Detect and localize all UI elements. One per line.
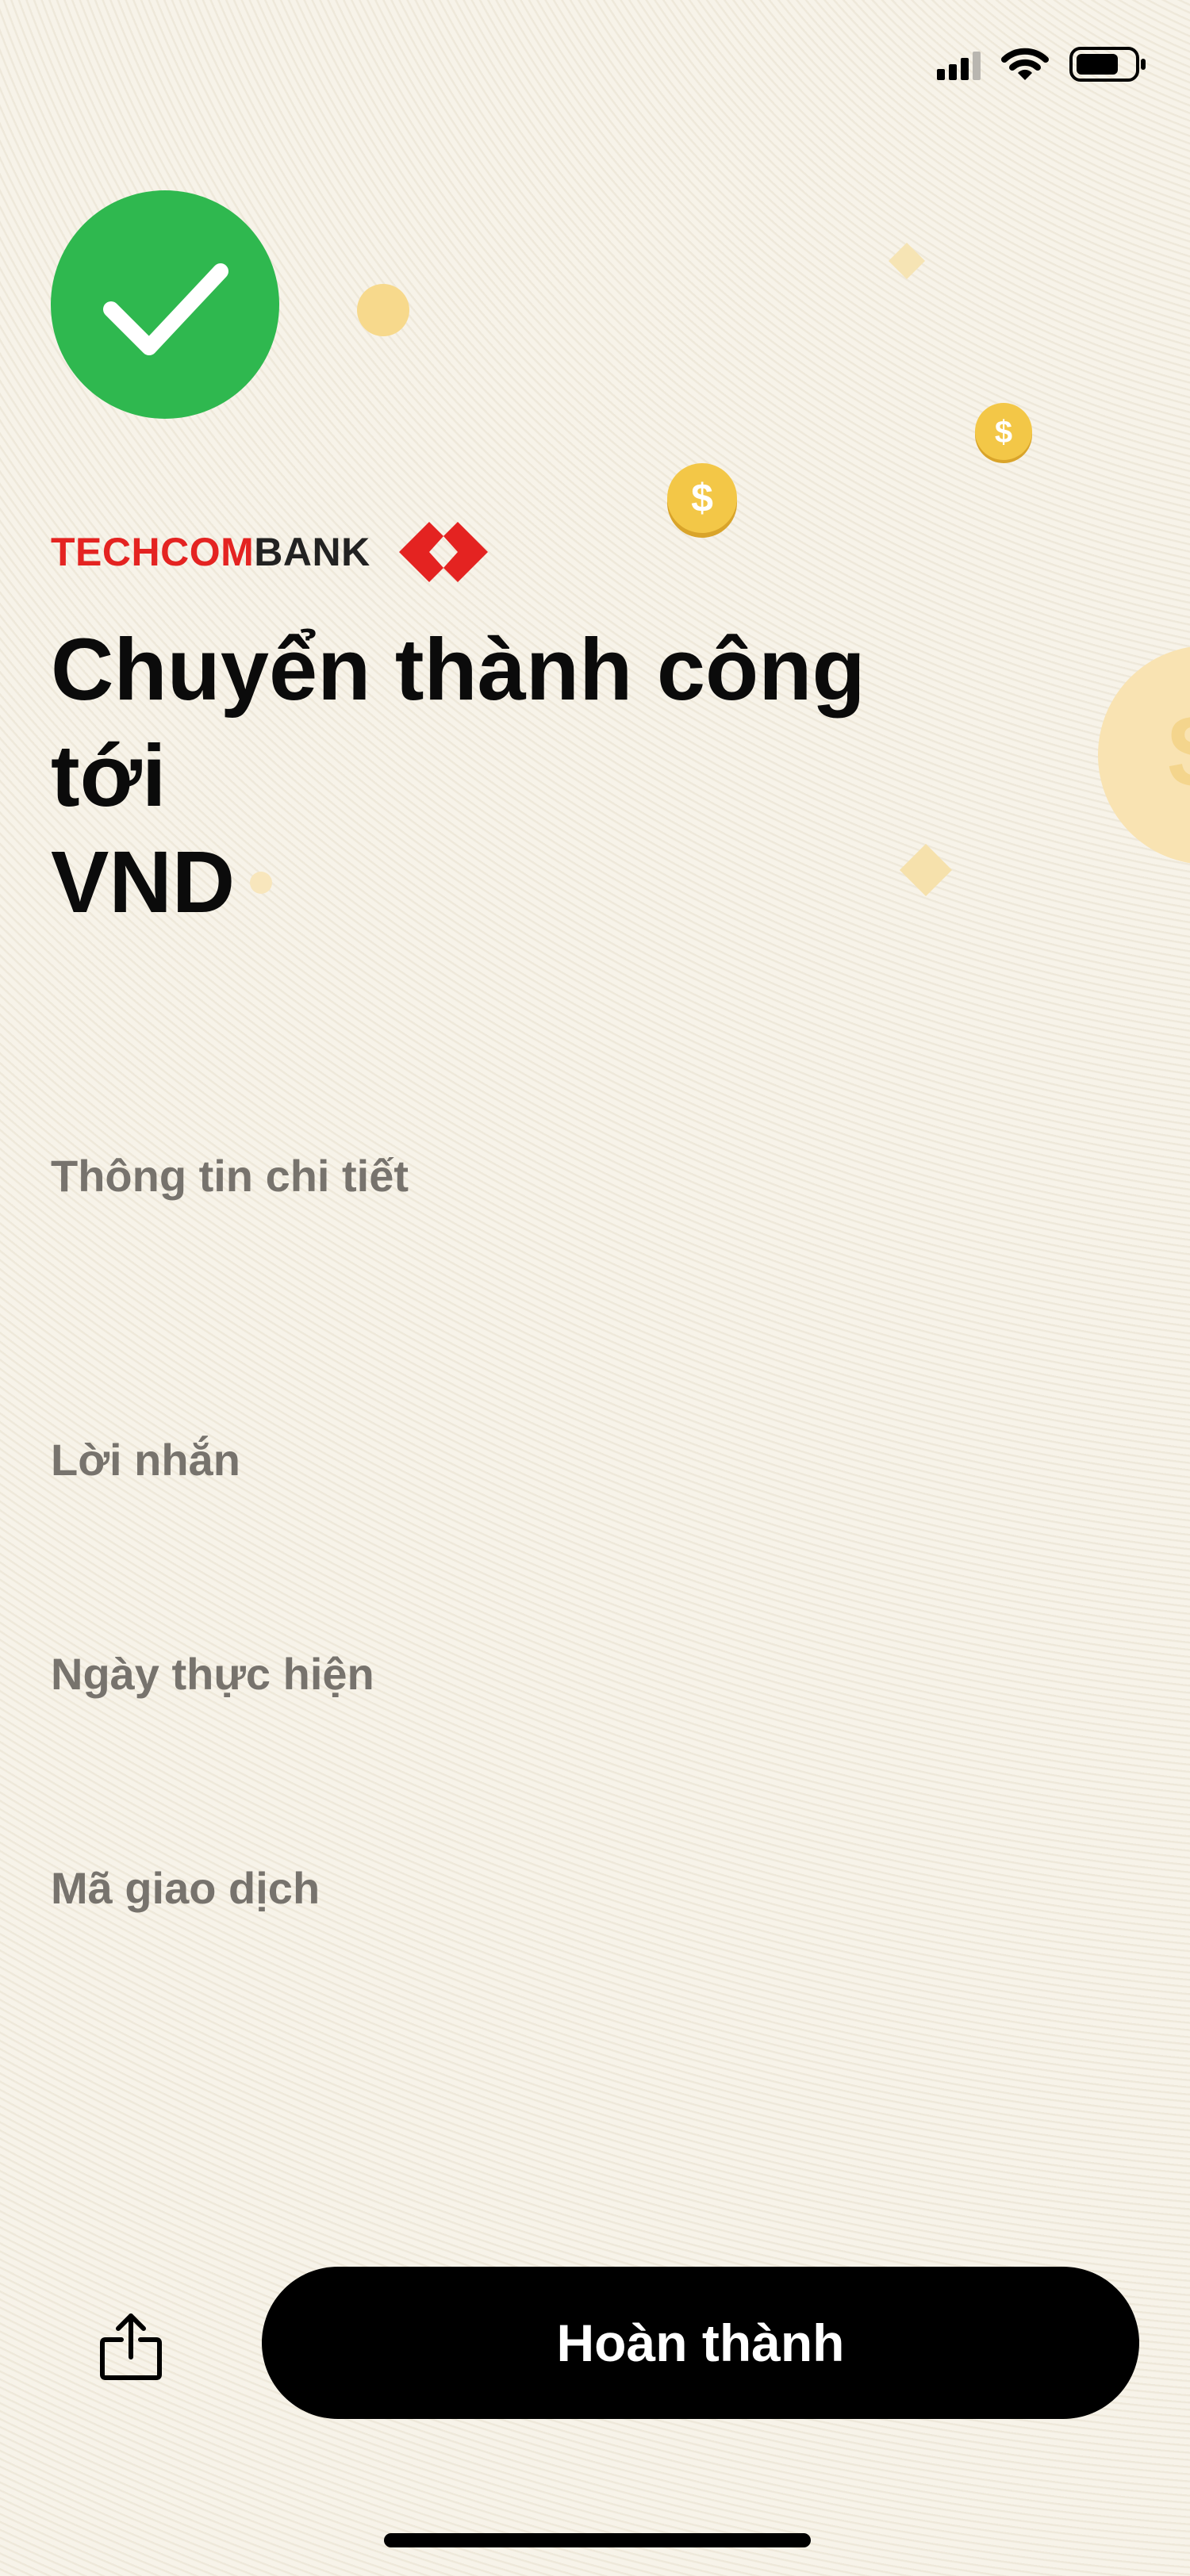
title-line: Chuyển thành công [51,621,866,719]
brand-name-red: TECHCOM [51,530,255,574]
decoration-diamond [889,243,925,279]
svg-text:$: $ [691,476,713,520]
title-line: tới [51,727,167,825]
cellular-signal-icon [937,48,981,80]
large-coin-decoration: $ [1098,646,1190,864]
brand-name-black: BANK [254,530,370,574]
battery-icon [1069,47,1146,82]
home-indicator[interactable] [384,2533,811,2547]
techcombank-brand: TECHCOMBANK [51,522,488,582]
brand-name: TECHCOMBANK [51,529,370,575]
success-check-badge [51,190,279,419]
decoration-dot [357,284,409,336]
coin-icon: $ [975,403,1032,463]
svg-text:$: $ [995,415,1012,450]
details-section-label: Thông tin chi tiết [51,1151,409,1201]
done-button[interactable]: Hoàn thành [262,2267,1139,2419]
execution-date-label: Ngày thực hiện [51,1649,374,1699]
page-title: Chuyển thành công tới VND [51,617,923,936]
message-label: Lời nhắn [51,1435,240,1485]
transaction-id-label: Mã giao dịch [51,1863,321,1913]
svg-text:$: $ [1168,693,1190,809]
share-icon [100,2313,162,2380]
wifi-icon [1001,48,1049,80]
coin-icon: $ [667,463,737,538]
status-bar [937,46,1147,82]
checkmark-icon [103,263,228,355]
title-line: VND [51,834,236,931]
share-button[interactable] [87,2303,175,2390]
techcombank-logo-icon [398,522,488,582]
